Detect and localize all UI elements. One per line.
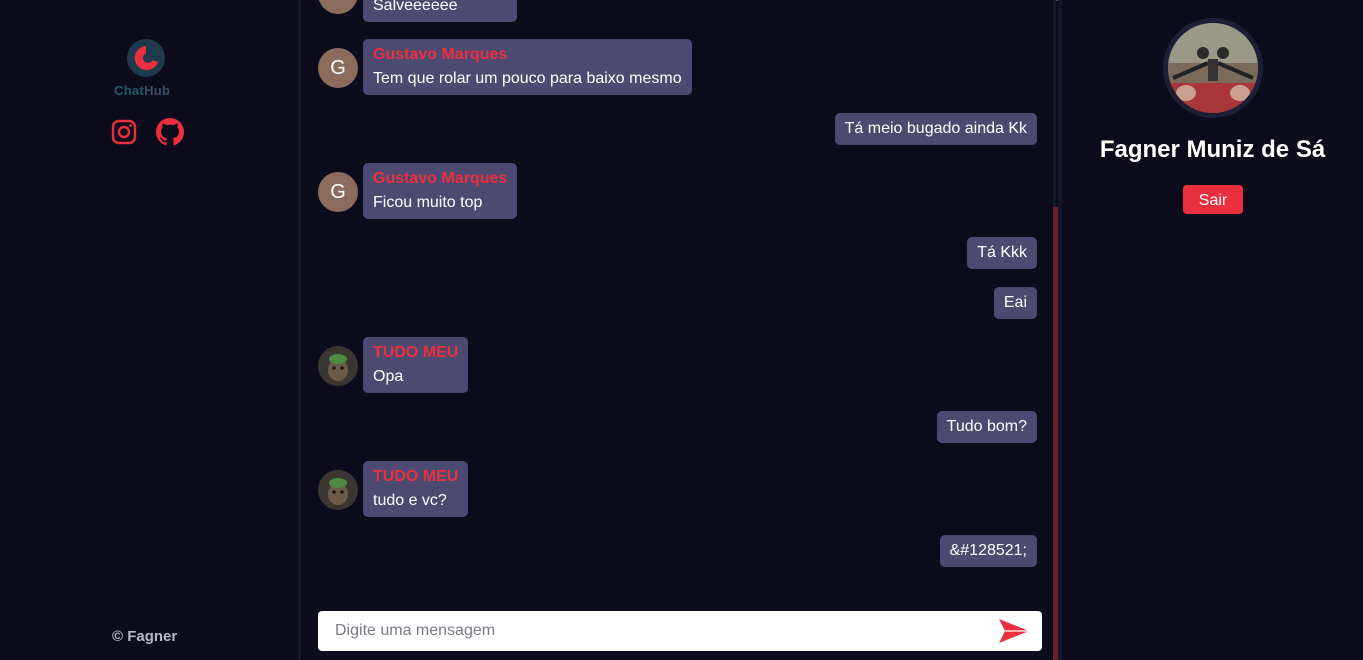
message-author: Gustavo Marques — [373, 170, 508, 187]
my-message-bubble: Tá Kkk — [967, 237, 1037, 269]
instagram-icon — [111, 119, 137, 145]
motorcycle-photo-icon — [1168, 23, 1258, 113]
chat-panel: G Salveeeeee G Gustavo Marques Tem que r… — [301, 0, 1058, 660]
github-link[interactable] — [156, 118, 184, 146]
message-text: Tem que rolar um pouco para baixo mesmo — [373, 70, 682, 87]
user-photo-icon — [318, 346, 358, 386]
avatar-letter: G — [330, 181, 346, 203]
message-bubble: TUDO MEU tudo e vc? — [363, 461, 469, 517]
message-text: Eai — [1003, 294, 1027, 311]
profile-name: Fagner Muniz de Sá — [1099, 136, 1326, 163]
instagram-link[interactable] — [110, 118, 138, 146]
github-icon — [156, 118, 184, 146]
send-button[interactable] — [998, 618, 1030, 644]
message-text: &#128521; — [949, 542, 1027, 559]
my-message-bubble: Eai — [993, 287, 1037, 319]
message-bubble: Gustavo Marques Tem que rolar um pouco p… — [363, 39, 692, 95]
logo-text-chat: Chat — [114, 83, 145, 98]
message-bubble: Gustavo Marques Ficou muito top — [363, 163, 518, 219]
message-text: Tá Kkk — [977, 244, 1027, 261]
message-avatar: G — [318, 0, 358, 14]
message-text: Ficou muito top — [373, 194, 483, 211]
message-text: Salveeeeee — [373, 0, 458, 14]
sidebar: ChatHub © Fagner — [0, 0, 298, 660]
profile-photo — [1168, 23, 1258, 113]
my-message-bubble: Tudo bom? — [936, 411, 1037, 443]
user-photo-icon — [318, 470, 358, 510]
logout-button[interactable]: Sair — [1183, 185, 1243, 214]
message-avatar: G — [318, 172, 358, 212]
message-author: Gustavo Marques — [373, 46, 508, 63]
message-author: TUDO MEU — [373, 468, 459, 485]
logo-text: ChatHub — [114, 83, 170, 98]
message-avatar: G — [318, 48, 358, 88]
profile-panel: Fagner Muniz de Sá Sair — [1062, 0, 1363, 660]
message-text: Opa — [373, 368, 404, 385]
avatar-letter: G — [330, 0, 346, 5]
message-composer — [318, 611, 1042, 651]
message-avatar — [318, 470, 358, 510]
message-text: tudo e vc? — [373, 492, 447, 509]
message-bubble: Salveeeeee — [363, 0, 517, 22]
avatar-letter: G — [330, 57, 346, 79]
message-text: Tudo bom? — [946, 418, 1027, 435]
chathub-logo-icon — [127, 39, 165, 77]
my-message-bubble: &#128521; — [939, 535, 1037, 567]
app-logo[interactable]: ChatHub — [112, 38, 182, 100]
logo-text-hub: Hub — [144, 83, 171, 98]
message-bubble: TUDO MEU Opa — [363, 337, 469, 393]
profile-avatar[interactable] — [1163, 18, 1263, 118]
message-author: TUDO MEU — [373, 344, 459, 361]
my-message-bubble: Tá meio bugado ainda Kk — [834, 113, 1037, 145]
message-text: Tá meio bugado ainda Kk — [844, 120, 1027, 137]
message-input[interactable] — [318, 611, 978, 651]
footer-copyright: © Fagner — [112, 628, 178, 645]
send-icon — [999, 619, 1029, 643]
message-avatar — [318, 346, 358, 386]
chat-scrollbar-track[interactable] — [1053, 0, 1056, 207]
